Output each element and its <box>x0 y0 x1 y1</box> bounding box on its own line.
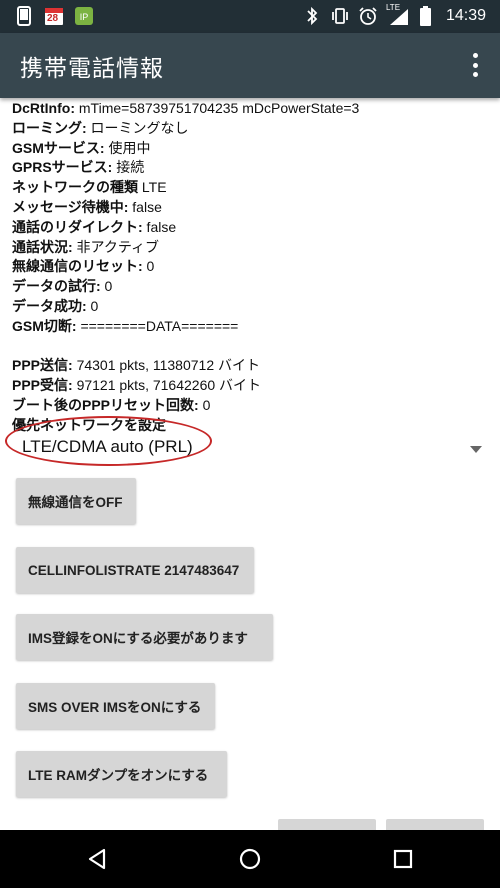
recents-icon[interactable] <box>388 844 418 874</box>
info-label: ネットワークの種類 <box>12 179 138 196</box>
info-call-status: 通話状況: 非アクティブ <box>12 238 492 258</box>
info-value: 0 <box>100 278 113 295</box>
info-label: ブート後のPPPリセット回数: <box>12 396 199 413</box>
radio-off-button[interactable]: 無線通信をOFF <box>16 478 136 524</box>
info-value: false <box>128 198 162 215</box>
info-radio-reset: 無線通信のリセット: 0 <box>12 257 492 277</box>
app-notification-icon: IP <box>74 6 94 26</box>
info-label: データの試行: <box>12 278 101 295</box>
info-label: ローミング: <box>12 119 87 136</box>
info-label: DcRtInfo: <box>12 100 75 116</box>
cellinfolistrate-button[interactable]: CELLINFOLISTRATE 2147483647 <box>16 547 254 593</box>
info-label: 優先ネットワークを設定 <box>12 416 166 433</box>
phone-info-list: DcRtInfo: mTime=58739751704235 mDcPowerS… <box>12 99 492 436</box>
dropdown-arrow-icon <box>470 446 482 453</box>
info-call-redirect: 通話のリダイレクト: false <box>12 218 492 238</box>
preferred-network-label: 優先ネットワークを設定 <box>12 416 492 436</box>
info-value: 使用中 <box>104 139 151 156</box>
signal-icon: LTE <box>385 3 412 26</box>
info-label: GSMサービス: <box>12 139 105 156</box>
notification-icons: 28 IP <box>14 6 94 26</box>
info-value: 97121 pkts, 71642260 バイト <box>72 377 262 394</box>
info-value: 0 <box>198 396 211 413</box>
info-data-success: データ成功: 0 <box>12 297 492 317</box>
info-message-waiting: メッセージ待機中: false <box>12 198 492 218</box>
bluetooth-icon <box>302 6 322 26</box>
info-label: GSM切断: <box>12 317 77 334</box>
svg-text:IP: IP <box>80 12 89 22</box>
info-label: 通話のリダイレクト: <box>12 218 143 235</box>
back-icon[interactable] <box>82 844 112 874</box>
info-value: ========DATA======= <box>76 317 239 334</box>
info-dcrtinfo: DcRtInfo: mTime=58739751704235 mDcPowerS… <box>12 99 492 119</box>
status-bar: 28 IP LTE 14:39 <box>0 0 500 33</box>
info-ppp-sent: PPP送信: 74301 pkts, 11380712 バイト <box>12 356 492 376</box>
page-title: 携帯電話情報 <box>20 56 164 82</box>
battery-icon <box>420 6 432 26</box>
phone-icon <box>14 6 34 26</box>
app-bar: 携帯電話情報 <box>0 33 500 98</box>
info-label: メッセージ待機中: <box>12 198 129 215</box>
alarm-icon <box>358 6 378 26</box>
info-value: 0 <box>142 258 155 275</box>
info-label: PPP受信: <box>12 377 73 394</box>
info-label: 通話状況: <box>12 238 73 255</box>
info-roaming: ローミング: ローミングなし <box>12 119 492 139</box>
info-value: false <box>142 218 177 235</box>
network-type-label: LTE <box>385 3 401 12</box>
info-value: 0 <box>86 297 99 314</box>
navigation-bar <box>0 830 500 888</box>
info-value: 74301 pkts, 11380712 バイト <box>72 357 260 374</box>
info-label: GPRSサービス: <box>12 159 113 176</box>
sms-over-ims-button[interactable]: SMS OVER IMSをONにする <box>16 683 215 729</box>
preferred-network-spinner[interactable]: LTE/CDMA auto (PRL) <box>0 434 500 468</box>
calendar-day: 28 <box>47 13 59 24</box>
home-icon[interactable] <box>235 844 265 874</box>
info-gsm-disconnect: GSM切断: ========DATA======= <box>12 317 492 337</box>
info-label: PPP送信: <box>12 357 73 374</box>
info-data-attempts: データの試行: 0 <box>12 277 492 297</box>
info-ppp-received: PPP受信: 97121 pkts, 71642260 バイト <box>12 376 492 396</box>
status-time: 14:39 <box>445 7 486 24</box>
calendar-icon: 28 <box>44 6 64 26</box>
info-value: 接続 <box>112 159 145 176</box>
ims-registration-button[interactable]: IMS登録をONにする必要があります <box>16 614 273 660</box>
info-value: ローミングなし <box>86 119 189 136</box>
system-icons: LTE 14:39 <box>302 3 486 26</box>
info-value: LTE <box>138 179 167 196</box>
info-label: 無線通信のリセット: <box>12 258 143 275</box>
info-value: 非アクティブ <box>72 238 160 255</box>
info-ppp-reset-count: ブート後のPPPリセット回数: 0 <box>12 396 492 416</box>
info-gprs-service: GPRSサービス: 接続 <box>12 158 492 178</box>
lte-ram-dump-button[interactable]: LTE RAMダンプをオンにする <box>16 751 227 797</box>
info-label: データ成功: <box>12 297 87 314</box>
vibrate-icon <box>330 6 350 26</box>
info-value: mTime=58739751704235 mDcPowerState=3 <box>75 100 360 116</box>
info-gsm-service: GSMサービス: 使用中 <box>12 139 492 159</box>
more-vert-icon[interactable] <box>472 53 478 77</box>
info-network-type: ネットワークの種類 LTE <box>12 178 492 198</box>
preferred-network-value: LTE/CDMA auto (PRL) <box>22 437 193 456</box>
